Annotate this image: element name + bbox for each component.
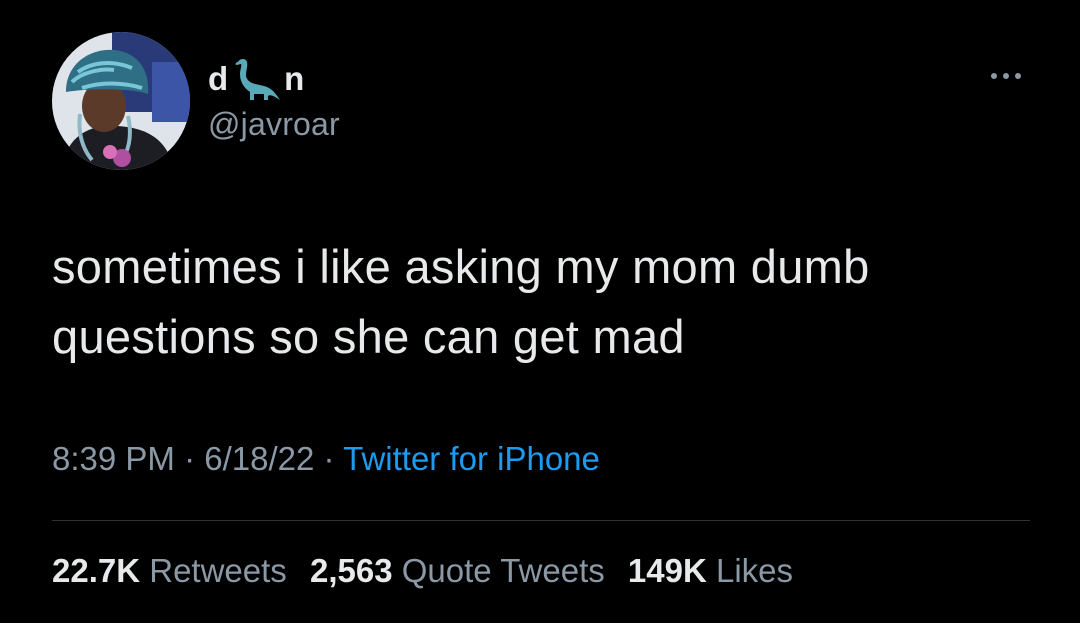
likes-stat[interactable]: 149K Likes: [628, 552, 793, 589]
avatar[interactable]: [52, 32, 190, 170]
quote-tweets-count: 2,563: [309, 552, 393, 589]
display-name-part: n: [284, 60, 305, 97]
tweet-date[interactable]: 6/18/22: [204, 440, 314, 477]
more-options-button[interactable]: [984, 62, 1028, 90]
avatar-photo-icon: [52, 32, 190, 170]
quote-tweets-label: Quote Tweets: [401, 552, 605, 589]
tweet-text-line: sometimes i like asking my mom dumb: [52, 240, 870, 293]
divider: [52, 520, 1030, 521]
tweet-time[interactable]: 8:39 PM: [52, 440, 175, 477]
likes-count: 149K: [627, 552, 707, 589]
display-name[interactable]: d n: [208, 56, 304, 102]
more-dots-icon: [991, 73, 1021, 79]
retweets-label: Retweets: [149, 552, 287, 589]
display-name-part: d: [208, 60, 229, 97]
tweet-text-line: questions so she can get mad: [52, 310, 685, 363]
tweet-metadata: 8:39 PM · 6/18/22 · Twitter for iPhone: [52, 440, 600, 478]
engagement-stats: 22.7K Retweets 2,563 Quote Tweets 149K L…: [52, 552, 807, 590]
dinosaur-icon: [230, 56, 282, 102]
retweets-stat[interactable]: 22.7K Retweets: [52, 552, 287, 589]
tweet-card: d n @javroar sometimes i like asking my …: [0, 0, 1080, 623]
tweet-text: sometimes i like asking my mom dumb ques…: [52, 232, 1042, 372]
meta-separator: ·: [323, 440, 335, 477]
likes-label: Likes: [715, 552, 794, 589]
retweets-count: 22.7K: [52, 552, 141, 589]
tweet-source-link[interactable]: Twitter for iPhone: [343, 440, 600, 477]
user-handle[interactable]: @javroar: [208, 106, 340, 143]
meta-separator: ·: [184, 440, 196, 477]
quote-tweets-stat[interactable]: 2,563 Quote Tweets: [310, 552, 605, 589]
